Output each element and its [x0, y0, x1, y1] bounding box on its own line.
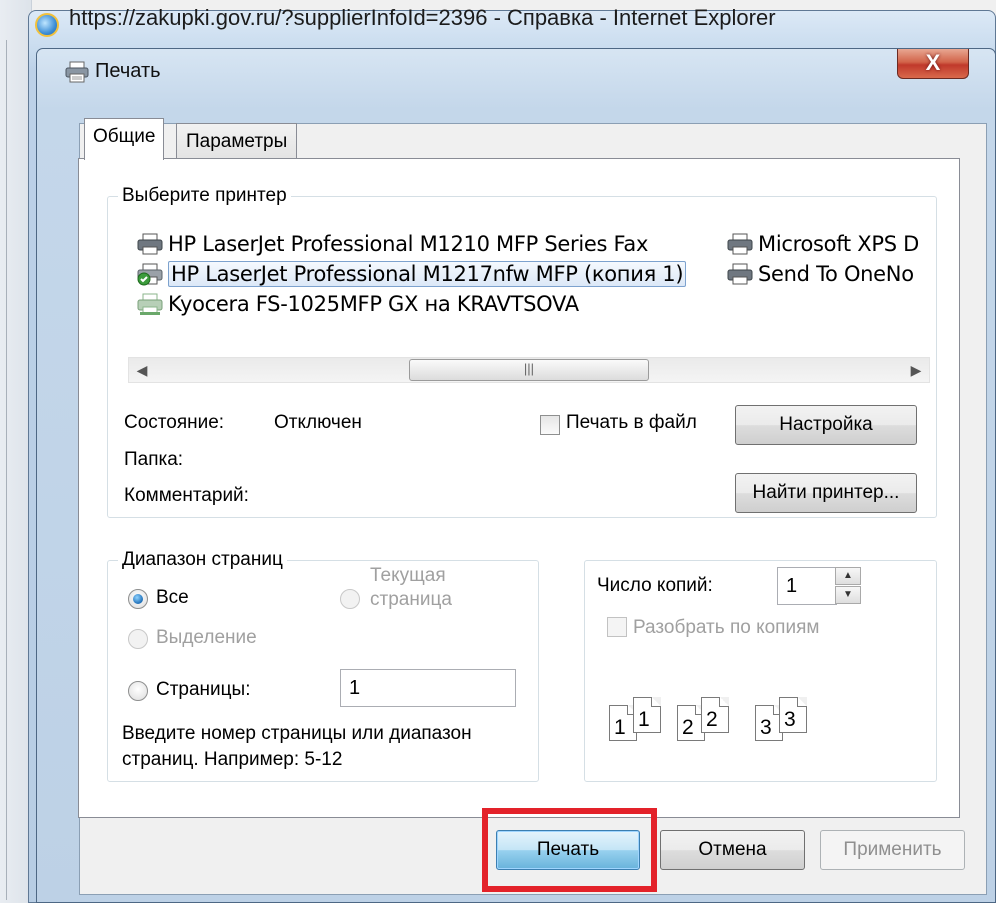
select-printer-group: Выберите принтер HP LaserJet Professiona…	[107, 185, 937, 518]
page-range-group: Диапазон страниц Все Текущая страница Вы…	[107, 549, 539, 782]
printer-item[interactable]: Kyocera FS-1025MFP GX на KRAVTSOVA	[136, 289, 579, 319]
current-page-radio[interactable]	[340, 589, 360, 609]
pages-radio[interactable]	[128, 681, 148, 701]
print-to-file-label[interactable]: Печать в файл	[566, 412, 697, 434]
copies-spinner[interactable]: ▲ ▼	[835, 567, 863, 605]
scroll-left-arrow-icon[interactable]: ◀	[129, 358, 155, 382]
printer-item[interactable]: Send To OneNo	[726, 259, 914, 289]
printer-icon	[727, 233, 753, 255]
copies-group: Число копий: 1 ▲ ▼ Разобрать по копиям 1…	[584, 560, 937, 782]
printer-item[interactable]: Microsoft XPS D	[726, 229, 919, 259]
printer-icon	[137, 233, 163, 255]
highlight-annotation	[482, 808, 657, 892]
collate-page-icon: 1	[633, 697, 661, 733]
scrollbar-thumb[interactable]: |||	[409, 359, 649, 381]
network-printer-icon	[137, 293, 163, 315]
spin-down-icon[interactable]: ▼	[835, 586, 861, 604]
page-range-hint-1: Введите номер страницы или диапазон	[122, 723, 472, 744]
status-value: Отключен	[274, 412, 362, 433]
current-page-label-1: Текущая	[370, 565, 446, 586]
all-pages-label[interactable]: Все	[156, 587, 189, 609]
collate-checkbox[interactable]	[607, 617, 627, 637]
comment-label: Комментарий:	[124, 485, 249, 506]
dialog-title: Печать	[95, 60, 161, 82]
select-printer-group-label: Выберите принтер	[118, 185, 291, 207]
printer-icon	[65, 61, 89, 83]
page-border-line	[6, 40, 7, 900]
printer-item-selected[interactable]: HP LaserJet Professional M1217nfw MFP (к…	[136, 259, 687, 289]
collate-page-icon: 3	[779, 697, 807, 733]
printer-item[interactable]: HP LaserJet Professional M1210 MFP Serie…	[136, 229, 648, 259]
folder-label: Папка:	[124, 449, 184, 470]
pages-input[interactable]: 1	[340, 669, 516, 707]
setup-button[interactable]: Настройка	[735, 405, 917, 445]
tab-parameters-label: Параметры	[186, 131, 288, 152]
collate-page-icon: 2	[701, 697, 729, 733]
tab-general[interactable]: Общие	[84, 118, 165, 160]
print-to-file-checkbox[interactable]	[540, 415, 560, 435]
copies-input[interactable]: 1	[777, 567, 837, 605]
find-printer-button[interactable]: Найти принтер...	[735, 473, 917, 513]
cancel-button[interactable]: Отмена	[660, 830, 805, 870]
copies-label: Число копий:	[597, 575, 713, 596]
tab-parameters[interactable]: Параметры	[176, 123, 298, 159]
printer-offline-icon	[137, 263, 163, 286]
selection-radio[interactable]	[128, 629, 148, 649]
status-label: Состояние:	[124, 412, 225, 433]
ie-window-title: https://zakupki.gov.ru/?supplierInfoId=2…	[69, 5, 776, 30]
tab-general-label: Общие	[93, 126, 156, 147]
scroll-right-arrow-icon[interactable]: ▶	[903, 358, 929, 382]
internet-explorer-icon	[35, 13, 59, 37]
selection-label: Выделение	[156, 627, 257, 648]
page-range-hint-2: страниц. Например: 5-12	[122, 749, 343, 770]
page-range-group-label: Диапазон страниц	[118, 549, 287, 571]
current-page-label-2: страница	[370, 589, 452, 610]
printer-icon	[727, 263, 753, 285]
horizontal-scrollbar[interactable]: ◀ ||| ▶	[128, 357, 930, 383]
collate-label: Разобрать по копиям	[633, 617, 820, 638]
spin-up-icon[interactable]: ▲	[835, 567, 861, 585]
apply-button[interactable]: Применить	[820, 830, 965, 870]
close-button[interactable]: X	[897, 49, 969, 79]
pages-label[interactable]: Страницы:	[156, 679, 250, 701]
all-pages-radio[interactable]	[128, 589, 148, 609]
